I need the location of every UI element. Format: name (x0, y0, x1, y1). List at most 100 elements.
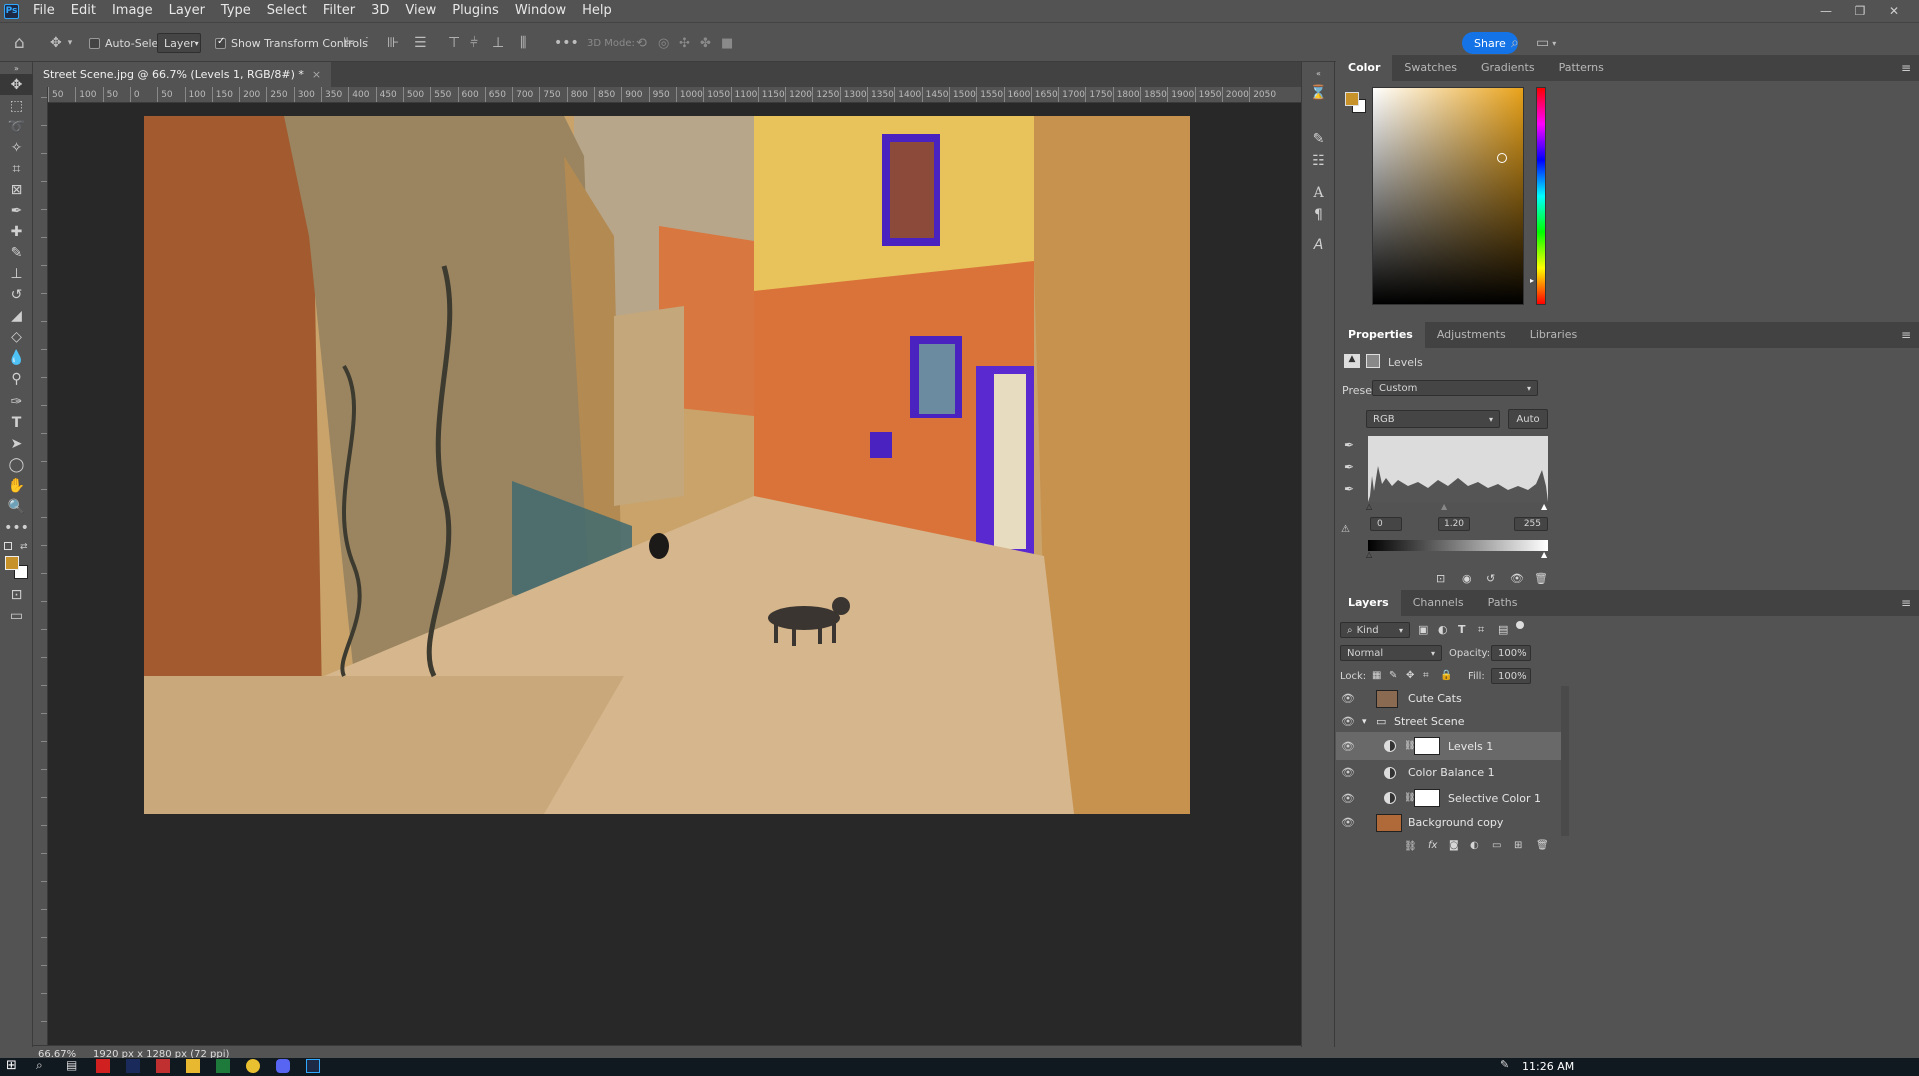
collapse-toolbar-icon[interactable]: » (0, 62, 33, 74)
properties-panel-menu-icon[interactable]: ≡ (1901, 328, 1911, 342)
opacity-field[interactable]: 100% (1491, 645, 1531, 661)
layer-row-color-balance-1[interactable]: 👁 Color Balance 1 (1336, 760, 1568, 785)
magic-wand-icon[interactable]: ✧ (0, 137, 33, 158)
lock-artboard-icon[interactable]: ⌗ (1423, 670, 1429, 681)
menu-3d[interactable]: 3D (363, 0, 397, 22)
color-picker-handle[interactable] (1497, 153, 1507, 163)
menu-image[interactable]: Image (104, 0, 161, 22)
tab-channels[interactable]: Channels (1401, 590, 1476, 616)
more-options-icon[interactable]: ••• (554, 23, 579, 63)
history-panel-icon[interactable]: ⌛ (1302, 82, 1335, 103)
eye-icon[interactable]: 👁 (1341, 816, 1355, 829)
adjustments-panel-icon[interactable]: ☷ (1302, 150, 1335, 171)
path-selection-icon[interactable]: ➤ (0, 433, 33, 454)
tab-swatches[interactable]: Swatches (1392, 55, 1469, 81)
character-animator-app-icon[interactable] (126, 1059, 140, 1073)
move-tool-icon[interactable]: ✥ (0, 74, 33, 95)
add-mask-icon[interactable]: ◙ (1449, 840, 1459, 851)
tab-libraries[interactable]: Libraries (1518, 322, 1590, 348)
close-icon[interactable]: ✕ (1877, 0, 1911, 22)
show-transform-check-icon[interactable] (215, 36, 226, 49)
hue-slider-handle[interactable]: ▸ (1530, 276, 1534, 285)
input-gamma-field[interactable]: 1.20 (1438, 517, 1470, 531)
lock-all-icon[interactable]: 🔒 (1440, 670, 1452, 681)
color-panel-menu-icon[interactable]: ≡ (1901, 61, 1911, 75)
edit-toolbar-icon[interactable]: ••• (0, 517, 33, 538)
layer-mask-thumbnail[interactable] (1414, 737, 1440, 755)
tab-adjustments[interactable]: Adjustments (1425, 322, 1518, 348)
taskbar-clock[interactable]: 11:26 AM (1522, 1060, 1574, 1073)
menu-type[interactable]: Type (213, 0, 259, 22)
zoom-tool-icon[interactable]: 🔍 (0, 496, 33, 517)
move-tool-icon[interactable]: ✥ ▾ (50, 23, 72, 63)
3d-slide-icon[interactable]: ✤ (700, 23, 711, 63)
input-black-slider[interactable]: △ (1366, 502, 1372, 511)
healing-brush-icon[interactable]: ✚ (0, 221, 33, 242)
view-previous-icon[interactable]: ◉ (1462, 572, 1472, 585)
foreground-color-chip[interactable] (1345, 92, 1359, 106)
brush-tool-icon[interactable]: ✎ (0, 242, 33, 263)
eye-icon[interactable]: 👁 (1341, 692, 1355, 705)
visibility-icon[interactable]: 👁 (1510, 572, 1524, 585)
auto-select-target-dropdown[interactable]: Layer ▾ (157, 23, 201, 63)
photoshop-logo-icon[interactable]: Ps (4, 3, 19, 19)
excel-app-icon[interactable] (216, 1059, 230, 1073)
filter-smart-object-icon[interactable]: ▤ (1498, 623, 1508, 636)
minimize-icon[interactable]: — (1809, 0, 1843, 22)
layer-filter-dropdown[interactable]: ⌕ Kind ▾ (1340, 622, 1410, 638)
layer-mask-thumbnail[interactable] (1414, 789, 1440, 807)
hue-slider[interactable] (1536, 87, 1546, 305)
new-adjustment-icon[interactable]: ◐ (1470, 840, 1479, 851)
align-center-icon[interactable]: ⫶ (365, 23, 369, 63)
eye-icon[interactable]: 👁 (1341, 715, 1355, 728)
file-explorer-icon[interactable] (186, 1059, 200, 1073)
chrome-app-icon[interactable] (246, 1059, 260, 1073)
eyedropper-icon[interactable]: ✒ (0, 200, 33, 221)
menu-help[interactable]: Help (574, 0, 620, 22)
black-point-eyedropper-icon[interactable]: ✒ (1344, 438, 1354, 452)
restore-icon[interactable]: ❐ (1843, 0, 1877, 22)
auto-button[interactable]: Auto (1508, 409, 1548, 429)
eraser-icon[interactable]: ◢ (0, 305, 33, 326)
auto-select-check-icon[interactable] (89, 37, 100, 49)
paragraph-panel-icon[interactable]: ¶ (1302, 204, 1335, 225)
marquee-tool-icon[interactable]: ⬚ (0, 95, 33, 116)
delete-layer-icon[interactable]: 🗑 (1536, 840, 1549, 851)
glyphs-panel-icon[interactable]: A (1302, 234, 1335, 255)
acrobat-app-icon[interactable] (96, 1059, 110, 1073)
menu-layer[interactable]: Layer (161, 0, 213, 22)
swap-colors-icon[interactable]: ⇄ (20, 542, 28, 552)
align-right-icon[interactable]: ⊪ (387, 23, 399, 63)
lock-transparent-icon[interactable]: ▦ (1372, 670, 1381, 681)
tab-patterns[interactable]: Patterns (1547, 55, 1616, 81)
pen-tool-icon[interactable]: ✑ (0, 391, 33, 412)
character-panel-icon[interactable]: A (1302, 182, 1335, 203)
layer-row-selective-color-1[interactable]: 👁 ⛓ Selective Color 1 (1336, 784, 1568, 812)
clipping-warning-icon[interactable]: ⚠ (1341, 524, 1350, 535)
layer-row-levels-1[interactable]: 👁 ⛓ Levels 1 (1336, 732, 1568, 760)
new-layer-icon[interactable]: ⊞ (1514, 840, 1522, 851)
lasso-tool-icon[interactable]: ➰ (0, 116, 33, 137)
filter-toggle-icon[interactable] (1516, 621, 1524, 629)
layer-style-icon[interactable]: fx (1428, 840, 1437, 851)
menu-edit[interactable]: Edit (63, 0, 104, 22)
distribute-vertical-icon[interactable]: ☰ (414, 23, 427, 63)
default-colors-icon[interactable] (4, 542, 12, 550)
media-app-icon[interactable] (156, 1059, 170, 1073)
document-image[interactable] (144, 116, 1190, 814)
tab-paths[interactable]: Paths (1476, 590, 1530, 616)
discord-app-icon[interactable] (276, 1059, 290, 1073)
menu-filter[interactable]: Filter (315, 0, 363, 22)
windows-start-icon[interactable]: ⊞ (6, 1058, 17, 1073)
tab-gradients[interactable]: Gradients (1469, 55, 1547, 81)
layer-row-cute-cats[interactable]: 👁 Cute Cats (1336, 686, 1568, 711)
layers-panel-menu-icon[interactable]: ≡ (1901, 596, 1911, 610)
collapse-panels-icon[interactable]: « (1302, 66, 1335, 80)
menu-file[interactable]: File (25, 0, 63, 22)
menu-plugins[interactable]: Plugins (444, 0, 507, 22)
history-brush-icon[interactable]: ↺ (0, 284, 33, 305)
menu-view[interactable]: View (397, 0, 444, 22)
align-left-icon[interactable]: ⊫ (343, 23, 355, 63)
frame-tool-icon[interactable]: ⊠ (0, 179, 33, 200)
output-white-slider[interactable]: ▲ (1541, 550, 1547, 559)
